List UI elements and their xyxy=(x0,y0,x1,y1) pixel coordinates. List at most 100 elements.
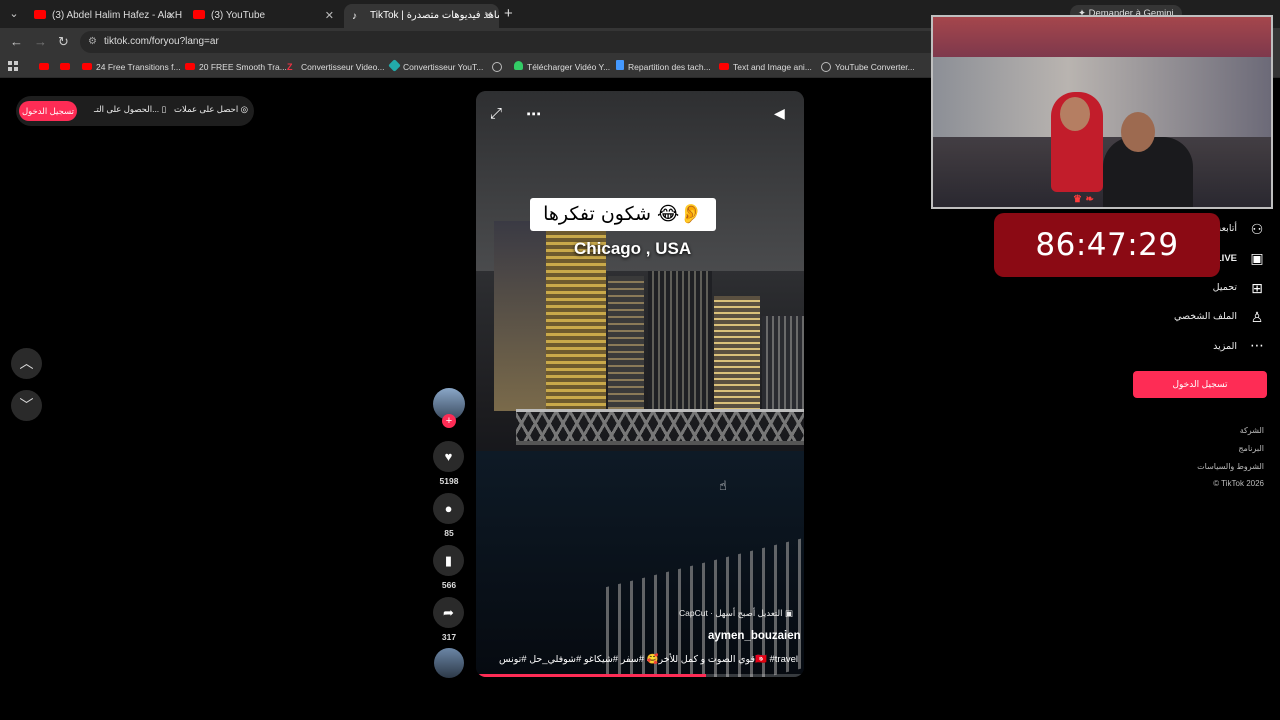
save-button[interactable]: ▮ xyxy=(433,545,464,576)
close-tab-icon[interactable]: ✕ xyxy=(325,7,334,25)
previous-video-button[interactable]: ︿ xyxy=(11,348,42,379)
bookmark-item[interactable]: 20 FREE Smooth Tra... xyxy=(185,60,287,74)
chevron-down-icon: ﹀ xyxy=(19,397,34,413)
video-progress-bar[interactable] xyxy=(476,674,804,677)
building xyxy=(608,276,644,411)
top-action-bar: تسجيل الدخول الحصول على التـ... ▯ احصل ع… xyxy=(16,96,254,126)
converter-icon xyxy=(388,59,401,72)
sidebar-item-profile[interactable]: الملف الشخصي xyxy=(1174,311,1237,331)
tab-youtube[interactable]: (3) YouTube ✕ xyxy=(185,4,340,28)
apps-icon[interactable] xyxy=(8,61,18,71)
fullscreen-icon[interactable]: ⤢ xyxy=(490,105,502,122)
tiktok-icon: ♪ xyxy=(352,11,357,22)
tab-search-dropdown[interactable]: ⌄ xyxy=(6,6,22,22)
music-disc-icon[interactable] xyxy=(434,648,464,678)
webcam-ceiling xyxy=(933,17,1271,62)
youtube-icon xyxy=(185,63,195,70)
like-button[interactable]: ♥ xyxy=(433,441,464,472)
streamer-logo-icon: ♛ ❧ xyxy=(1073,194,1094,205)
bookmark-icon: ▮ xyxy=(444,553,453,568)
get-coins-button[interactable]: احصل على عملات ◎ xyxy=(174,104,248,115)
more-icon[interactable]: ⋯ xyxy=(1249,337,1265,354)
video-player[interactable]: ⤢ ⋯ ◀︎ شكون تفكرها 😂👂 Chicago , USA CapC… xyxy=(476,91,804,677)
bookmark-item[interactable]: Z Convertisseur Video... xyxy=(287,60,384,74)
mouse-cursor-icon: ☝ xyxy=(719,478,727,493)
capcut-tag[interactable]: CapCut · التعديل أصبح أسهل ▣ xyxy=(679,608,793,619)
new-tab-button[interactable]: + xyxy=(504,5,513,22)
youtube-icon xyxy=(34,10,46,19)
back-icon[interactable]: ← xyxy=(10,34,23,49)
like-count: 5198 xyxy=(439,476,459,486)
globe-icon xyxy=(821,62,831,72)
footer-company-link[interactable]: الشركة xyxy=(1240,426,1264,435)
z-icon: Z xyxy=(287,62,293,72)
building xyxy=(494,221,546,411)
phone-icon: ▯ xyxy=(161,104,167,114)
download-icon xyxy=(514,61,523,70)
bookmark-item[interactable]: Text and Image ani... xyxy=(719,60,812,74)
youtube-icon xyxy=(719,63,729,70)
site-info-icon[interactable]: ⚙ xyxy=(88,31,97,53)
get-app-button[interactable]: الحصول على التـ... ▯ xyxy=(94,104,166,115)
upload-icon[interactable]: ⊞ xyxy=(1249,280,1265,297)
youtube-icon xyxy=(193,10,205,19)
save-count: 566 xyxy=(441,580,457,590)
comment-icon: ● xyxy=(444,501,453,516)
globe-icon xyxy=(492,62,502,72)
comment-button[interactable]: ● xyxy=(433,493,464,524)
bookmark-item[interactable] xyxy=(492,60,506,74)
chevron-up-icon: ︿ xyxy=(19,355,34,371)
video-author[interactable]: aymen_bouzaien xyxy=(708,630,801,642)
video-description: قوي الصوت و كمل للأخر🥰 #سفر #شيكاغو #شوف… xyxy=(498,654,798,665)
share-icon: ➦ xyxy=(443,605,454,620)
volume-icon[interactable]: ◀︎ xyxy=(774,105,785,122)
capcut-icon: ▣ xyxy=(784,608,793,618)
person-head xyxy=(1060,97,1090,131)
close-tab-icon[interactable]: ✕ xyxy=(484,7,493,25)
tab-abdel-halim[interactable]: (3) Abdel Halim Hafez - Ala Hes ✕ xyxy=(26,4,182,28)
doc-icon xyxy=(616,60,624,70)
live-icon[interactable]: ▣ xyxy=(1249,250,1265,267)
following-icon[interactable]: ⚇ xyxy=(1249,221,1265,238)
youtube-icon xyxy=(82,63,92,70)
url-input[interactable]: ⚙ tiktok.com/foryou?lang=ar xyxy=(80,31,940,53)
close-tab-icon[interactable]: ✕ xyxy=(167,7,176,25)
bookmark-item[interactable]: Convertisseur YouT... xyxy=(388,59,483,74)
next-video-button[interactable]: ﹀ xyxy=(11,390,42,421)
footer-program-link[interactable]: البرنامج xyxy=(1238,444,1264,453)
bookmark-item[interactable]: YouTube Converter... xyxy=(821,60,915,74)
building xyxy=(648,271,712,411)
footer-terms-link[interactable]: الشروط والسياسات xyxy=(1197,462,1264,471)
footer-copyright: © TikTok 2026 xyxy=(1213,479,1264,488)
bridge xyxy=(516,409,804,445)
reload-icon[interactable]: ↻ xyxy=(58,34,69,50)
bookmark-item[interactable] xyxy=(39,60,53,74)
stream-timer: 86:47:29 xyxy=(994,213,1220,277)
building xyxy=(762,316,804,411)
youtube-icon xyxy=(60,63,70,70)
login-button[interactable]: تسجيل الدخول xyxy=(19,101,77,121)
sidebar-item-more[interactable]: المزيد xyxy=(1213,341,1237,361)
video-caption: شكون تفكرها 😂👂 xyxy=(530,198,716,231)
coin-icon: ◎ xyxy=(240,104,248,114)
webcam-overlay: ♛ ❧ xyxy=(931,15,1273,209)
tab-tiktok[interactable]: ♪ TikTok | شاهد فيديوهات متصدرة ✕ xyxy=(344,4,499,28)
sidebar-item-upload[interactable]: تحميل xyxy=(1213,282,1237,302)
more-options-icon[interactable]: ⋯ xyxy=(526,105,541,123)
forward-icon[interactable]: → xyxy=(34,34,47,49)
video-location-text: Chicago , USA xyxy=(574,239,692,258)
youtube-icon xyxy=(39,63,49,70)
share-button[interactable]: ➦ xyxy=(433,597,464,628)
video-progress-fill xyxy=(476,674,706,677)
sidebar-login-button[interactable]: تسجيل الدخول xyxy=(1133,371,1267,398)
person-head xyxy=(1121,112,1155,152)
profile-icon[interactable]: ♙ xyxy=(1249,309,1265,326)
bookmark-item[interactable]: Repartition des tach... xyxy=(616,60,711,74)
bookmark-item[interactable] xyxy=(60,60,74,74)
comment-count: 85 xyxy=(444,528,454,538)
follow-plus-icon[interactable]: + xyxy=(442,414,456,428)
bookmark-item[interactable]: 24 Free Transitions f... xyxy=(82,60,181,74)
building xyxy=(714,296,760,411)
bookmark-item[interactable]: Télécharger Vidéo Y... xyxy=(514,60,610,74)
heart-icon: ♥ xyxy=(444,449,453,464)
